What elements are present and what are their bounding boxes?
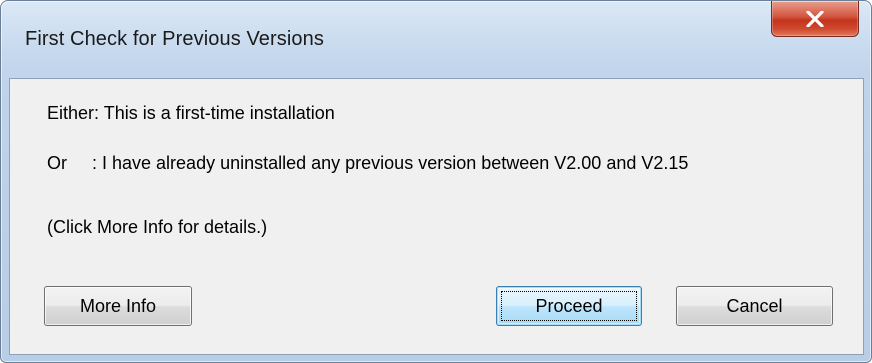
message-hint: (Click More Info for details.) xyxy=(47,217,268,237)
close-icon xyxy=(806,10,824,27)
window-title: First Check for Previous Versions xyxy=(25,28,324,50)
dialog-window: First Check for Previous Versions Either… xyxy=(0,0,872,363)
proceed-button[interactable]: Proceed xyxy=(496,286,642,326)
more-info-button[interactable]: More Info xyxy=(44,286,192,326)
dialog-content: Either: This is a first-time installatio… xyxy=(9,78,864,355)
message-line-or: Or : I have already uninstalled any prev… xyxy=(47,153,689,173)
title-bar[interactable]: First Check for Previous Versions xyxy=(1,1,871,77)
message-line-either: Either: This is a first-time installatio… xyxy=(47,103,335,123)
cancel-button[interactable]: Cancel xyxy=(676,286,833,326)
proceed-button-label: Proceed xyxy=(535,295,603,316)
close-button[interactable] xyxy=(771,1,859,37)
